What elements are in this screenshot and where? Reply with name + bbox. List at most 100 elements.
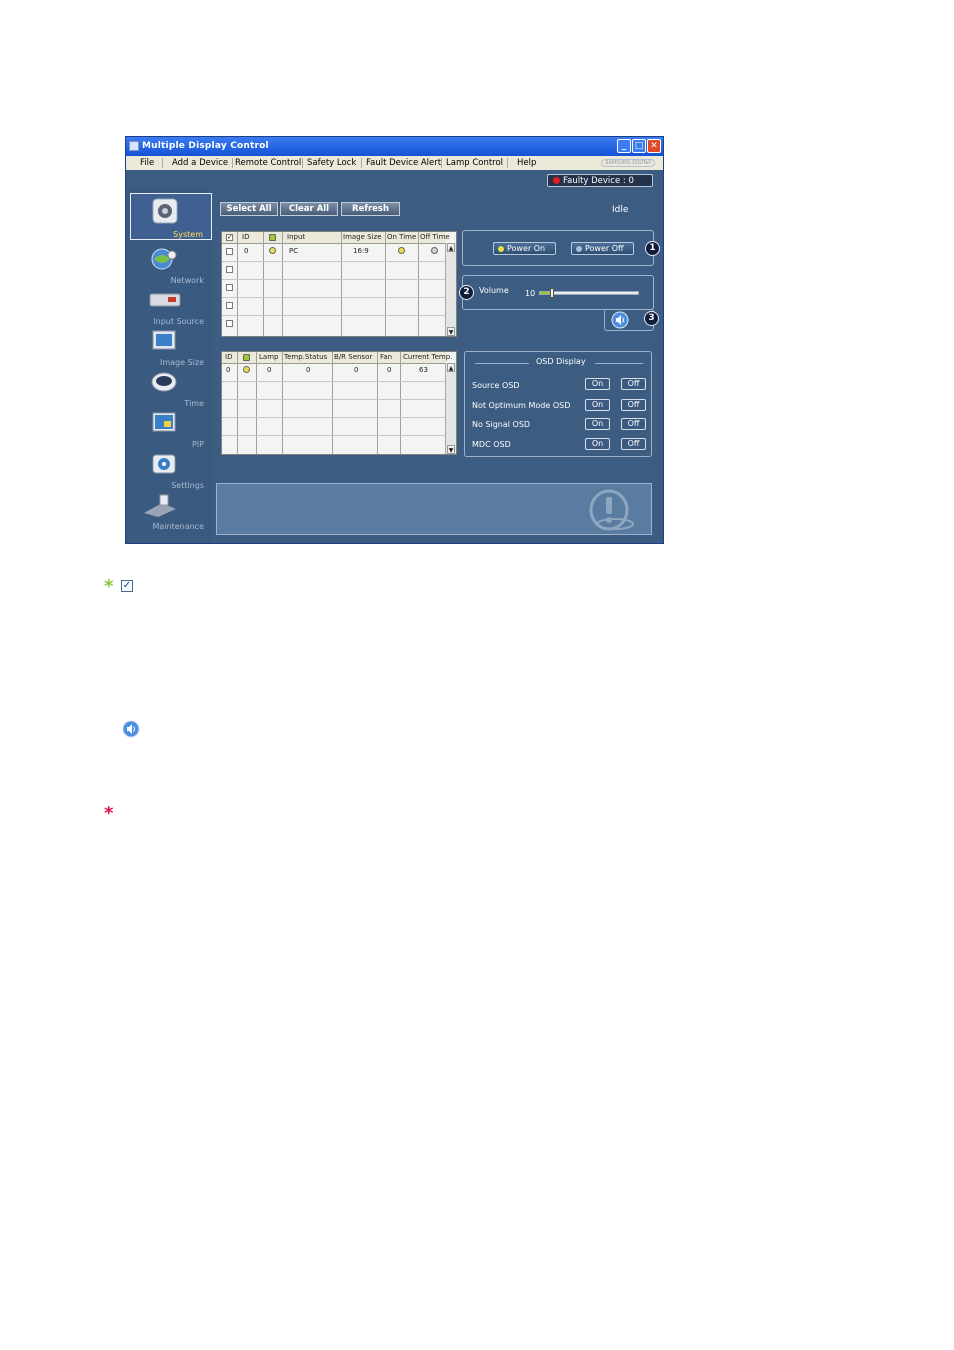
grid-scrollbar[interactable]: ▲ ▼	[445, 243, 456, 336]
power-status-header-icon	[269, 234, 276, 241]
menu-separator	[232, 158, 233, 168]
menu-separator	[507, 158, 508, 168]
grid2-header-id: ID	[225, 353, 233, 361]
clear-all-button[interactable]: Clear All	[280, 202, 338, 216]
speaker-icon	[122, 720, 140, 738]
menu-fault-device-alert[interactable]: Fault Device Alert	[366, 158, 441, 168]
scroll-down-icon[interactable]: ▼	[447, 327, 455, 336]
not-optimum-osd-off-button[interactable]: Off	[621, 399, 646, 411]
callout-badge-2: 2	[459, 285, 474, 300]
title-bar[interactable]: Multiple Display Control _ □ ✕	[126, 137, 663, 156]
sidebar-item-maintenance[interactable]: Maintenance	[130, 491, 212, 531]
row-checkbox[interactable]	[226, 284, 233, 291]
faulty-device-indicator[interactable]: Faulty Device : 0	[547, 174, 653, 187]
sidebar-item-label: System	[173, 230, 203, 239]
menu-separator	[441, 158, 442, 168]
sidebar-item-label: Input Source	[153, 317, 204, 326]
alert-icon	[553, 177, 560, 184]
message-area	[216, 483, 652, 535]
row-fan: 0	[387, 366, 392, 374]
row-image-size: 16:9	[353, 247, 369, 255]
source-osd-off-button[interactable]: Off	[621, 378, 646, 390]
main-area: Select All Clear All Refresh Idle ✓ ID I…	[214, 195, 660, 541]
menu-lamp-control[interactable]: Lamp Control	[446, 158, 503, 168]
menu-separator	[302, 158, 303, 168]
callout-badge-1: 1	[645, 241, 660, 256]
network-icon	[151, 248, 177, 270]
menu-file[interactable]: File	[140, 158, 154, 168]
sidebar-item-network[interactable]: Network	[130, 245, 212, 285]
menu-help[interactable]: Help	[517, 158, 536, 168]
mute-speaker-icon[interactable]	[611, 311, 629, 329]
row-checkbox[interactable]	[226, 302, 233, 309]
off-time-led-icon	[431, 247, 438, 254]
osd-row-label: MDC OSD	[472, 440, 511, 449]
power-on-label: Power On	[507, 244, 546, 253]
brand-logo: SAMSUNG DIGITall	[601, 159, 655, 167]
close-icon[interactable]: ✕	[647, 139, 661, 153]
power-on-led-icon	[498, 246, 504, 252]
power-on-button[interactable]: Power On	[493, 242, 556, 255]
menu-separator	[162, 158, 163, 168]
select-all-checkbox[interactable]: ✓	[226, 234, 233, 241]
grid-header-input: Input	[287, 233, 306, 241]
sidebar-item-label: PIP	[191, 440, 204, 449]
on-time-led-icon	[398, 247, 405, 254]
sidebar-item-label: Image Size	[159, 358, 204, 367]
menu-safety-lock[interactable]: Safety Lock	[307, 158, 356, 168]
menu-add-device[interactable]: Add a Device	[172, 158, 228, 168]
refresh-button[interactable]: Refresh	[341, 202, 400, 216]
image-size-icon	[152, 330, 176, 350]
row-id: 0	[226, 366, 231, 374]
green-star-icon: *	[104, 576, 114, 597]
window-title: Multiple Display Control	[142, 141, 269, 151]
sidebar-item-input-source[interactable]: Input Source	[130, 286, 212, 326]
sidebar-item-label: Network	[170, 276, 204, 285]
menu-remote-control[interactable]: Remote Control	[235, 158, 301, 168]
power-status-header-icon	[243, 354, 250, 361]
input-source-icon	[149, 293, 181, 307]
row-checkbox[interactable]	[226, 320, 233, 327]
sidebar-item-system[interactable]: System	[130, 193, 212, 240]
scroll-down-icon[interactable]: ▼	[447, 445, 455, 454]
checkbox-icon: ✓	[121, 580, 133, 592]
volume-panel: Volume 10	[462, 275, 654, 310]
sidebar-item-image-size[interactable]: Image Size	[130, 327, 212, 367]
not-optimum-osd-on-button[interactable]: On	[585, 399, 610, 411]
volume-slider[interactable]	[539, 288, 639, 298]
row-lamp: 0	[267, 366, 272, 374]
sidebar-item-label: Settings	[171, 481, 204, 490]
sidebar-item-time[interactable]: Time	[130, 368, 212, 408]
status-text: Idle	[612, 205, 629, 215]
sidebar-item-pip[interactable]: PIP	[130, 409, 212, 449]
select-all-button[interactable]: Select All	[220, 202, 278, 216]
row-checkbox[interactable]	[226, 248, 233, 255]
minimize-icon[interactable]: _	[617, 139, 631, 153]
row-current-temp: 63	[419, 366, 428, 374]
volume-slider-handle[interactable]	[549, 288, 554, 298]
osd-row-label: Not Optimum Mode OSD	[472, 401, 571, 410]
power-off-label: Power Off	[585, 244, 624, 253]
sidebar: System Network Input Source Image Size T…	[126, 189, 212, 543]
source-osd-on-button[interactable]: On	[585, 378, 610, 390]
time-icon	[151, 372, 177, 392]
sidebar-item-settings[interactable]: Settings	[130, 450, 212, 490]
info-exclamation-icon	[589, 489, 634, 531]
scroll-up-icon[interactable]: ▲	[447, 243, 455, 252]
device-grid[interactable]: ✓ ID Input Image Size On Time Off Time 0…	[221, 231, 457, 337]
maintenance-icon	[144, 494, 176, 517]
grid2-header-current-temp: Current Temp.	[403, 353, 453, 361]
mdc-osd-off-button[interactable]: Off	[621, 438, 646, 450]
mdc-osd-on-button[interactable]: On	[585, 438, 610, 450]
sidebar-item-label: Maintenance	[152, 522, 204, 531]
row-checkbox[interactable]	[226, 266, 233, 273]
power-off-button[interactable]: Power Off	[571, 242, 634, 255]
grid-header-off-time: Off Time	[420, 233, 450, 241]
volume-fill	[540, 292, 550, 294]
status-grid[interactable]: ID Lamp Temp.Status B/R Sensor Fan Curre…	[221, 351, 457, 455]
grid-scrollbar[interactable]: ▲ ▼	[445, 363, 456, 454]
maximize-icon[interactable]: □	[632, 139, 646, 153]
scroll-up-icon[interactable]: ▲	[447, 363, 455, 372]
no-signal-osd-off-button[interactable]: Off	[621, 418, 646, 430]
no-signal-osd-on-button[interactable]: On	[585, 418, 610, 430]
